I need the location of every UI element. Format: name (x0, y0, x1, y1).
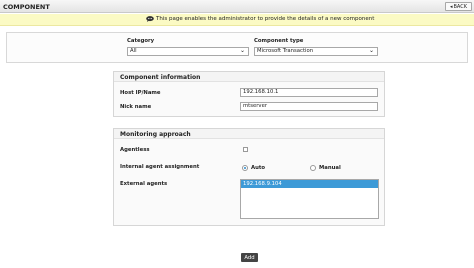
component-type-select[interactable]: Microsoft Transaction ⌄ (254, 47, 378, 56)
title-bar: COMPONENT ◂ BACK (0, 0, 474, 13)
selector-panel: Category All ⌄ Component type Microsoft … (6, 32, 468, 63)
monitoring-approach-header: Monitoring approach (114, 129, 384, 139)
chevron-down-icon: ⌄ (368, 47, 374, 54)
host-ip-input[interactable]: 192.168.10.1 (240, 88, 378, 97)
component-type-label: Component type (254, 38, 304, 44)
manual-radio[interactable] (310, 165, 316, 171)
internal-agent-assignment-label: Internal agent assignment (120, 164, 200, 170)
component-information-header: Component information (114, 72, 384, 82)
list-item[interactable]: 192.168.9.104 (241, 180, 378, 188)
host-ip-value: 192.168.10.1 (243, 89, 279, 95)
host-ip-label: Host IP/Name (120, 90, 161, 96)
back-button-label: BACK (453, 3, 468, 10)
page-title: COMPONENT (3, 3, 50, 11)
auto-radio-label: Auto (251, 165, 266, 171)
nick-name-label: Nick name (120, 104, 152, 110)
component-type-select-value: Microsoft Transaction (257, 48, 314, 54)
info-message: This page enables the administrator to p… (156, 16, 375, 22)
agentless-label: Agentless (120, 147, 150, 153)
component-information-section: Component information Host IP/Name 192.1… (113, 71, 385, 117)
auto-radio[interactable] (242, 165, 248, 171)
monitoring-approach-section: Monitoring approach Agentless Internal a… (113, 128, 385, 226)
component-information-legend: Component information (120, 74, 201, 81)
category-select[interactable]: All ⌄ (127, 47, 249, 56)
manual-radio-label: Manual (319, 165, 341, 171)
external-agents-list[interactable]: 192.168.9.104 (240, 179, 379, 219)
speech-bubble-icon (146, 16, 154, 22)
chevron-down-icon: ⌄ (239, 47, 245, 54)
category-select-value: All (130, 48, 137, 54)
nick-name-input[interactable]: mtserver (240, 102, 378, 111)
info-banner: This page enables the administrator to p… (0, 14, 474, 26)
external-agents-label: External agents (120, 181, 168, 187)
add-button[interactable]: Add (241, 253, 258, 262)
category-label: Category (127, 38, 155, 44)
back-arrow-icon: ◂ (449, 3, 453, 10)
monitoring-approach-legend: Monitoring approach (120, 131, 191, 138)
agentless-checkbox[interactable] (243, 147, 248, 152)
back-button[interactable]: ◂ BACK (445, 2, 472, 11)
nick-name-value: mtserver (243, 103, 268, 109)
